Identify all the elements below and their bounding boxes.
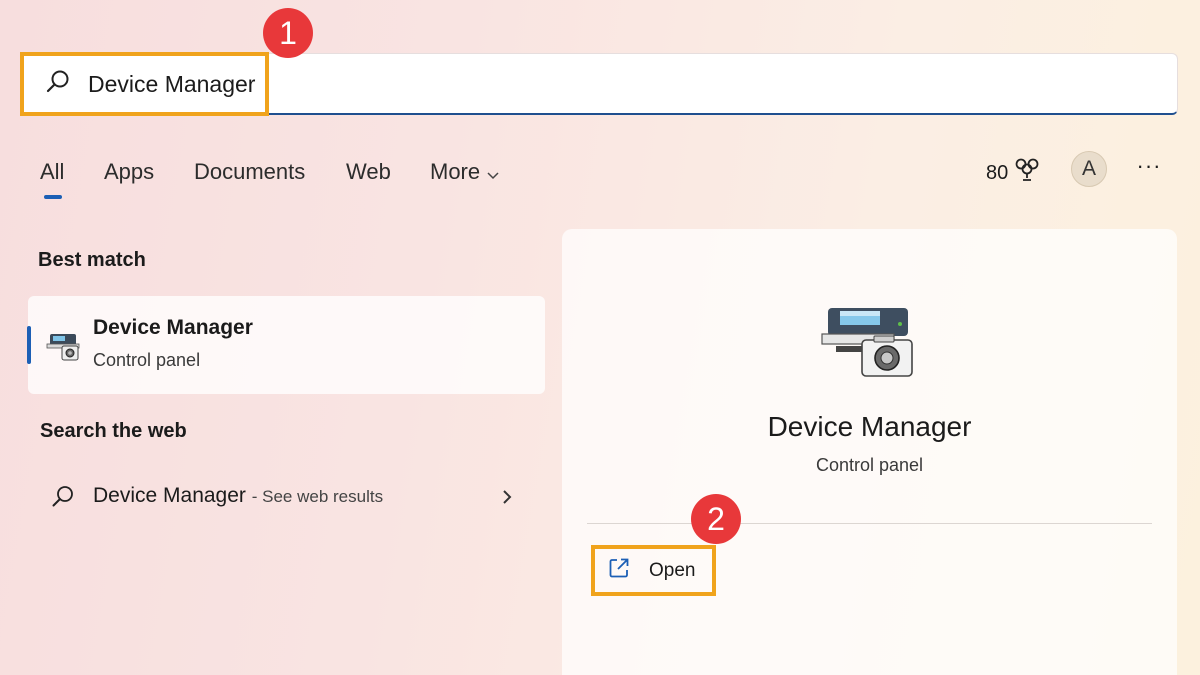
search-icon <box>50 484 76 515</box>
tab-more-label: More <box>430 159 481 184</box>
step-callout-2: 2 <box>691 494 741 544</box>
search-web-heading: Search the web <box>40 420 187 442</box>
device-manager-icon <box>818 300 918 385</box>
selection-indicator <box>27 326 31 364</box>
web-result-suffix: - See web results <box>251 487 384 506</box>
trophy-icon <box>1014 157 1040 189</box>
tab-all[interactable]: All <box>40 159 64 185</box>
detail-title: Device Manager <box>767 411 972 442</box>
search-highlight-box <box>20 52 269 116</box>
best-match-result[interactable] <box>28 296 545 394</box>
detail-subtitle: Control panel <box>815 455 924 475</box>
open-button-label: Open <box>649 559 696 581</box>
chevron-right-icon <box>500 487 514 512</box>
best-match-subtitle: Control panel <box>93 350 201 370</box>
chevron-down-icon <box>486 160 500 186</box>
device-manager-icon <box>46 330 82 367</box>
avatar[interactable]: A <box>1071 151 1107 187</box>
best-match-heading: Best match <box>38 249 146 271</box>
tab-web[interactable]: Web <box>346 159 391 185</box>
divider <box>587 523 1152 524</box>
points-value: 80 <box>986 161 1009 184</box>
step-callout-1: 1 <box>263 8 313 58</box>
web-result-text: Device Manager - See web results <box>93 484 383 508</box>
open-button[interactable]: Open <box>591 545 716 596</box>
rewards-points[interactable]: 80 <box>986 157 1040 189</box>
more-options-icon[interactable]: ··· <box>1134 151 1164 185</box>
open-external-icon <box>607 556 631 586</box>
best-match-title: Device Manager <box>93 316 253 339</box>
tab-more[interactable]: More <box>430 159 500 186</box>
web-result-query: Device Manager <box>93 484 246 507</box>
tab-documents[interactable]: Documents <box>194 159 305 185</box>
active-tab-indicator <box>44 195 62 199</box>
tab-apps[interactable]: Apps <box>104 159 154 185</box>
detail-panel <box>562 229 1177 675</box>
